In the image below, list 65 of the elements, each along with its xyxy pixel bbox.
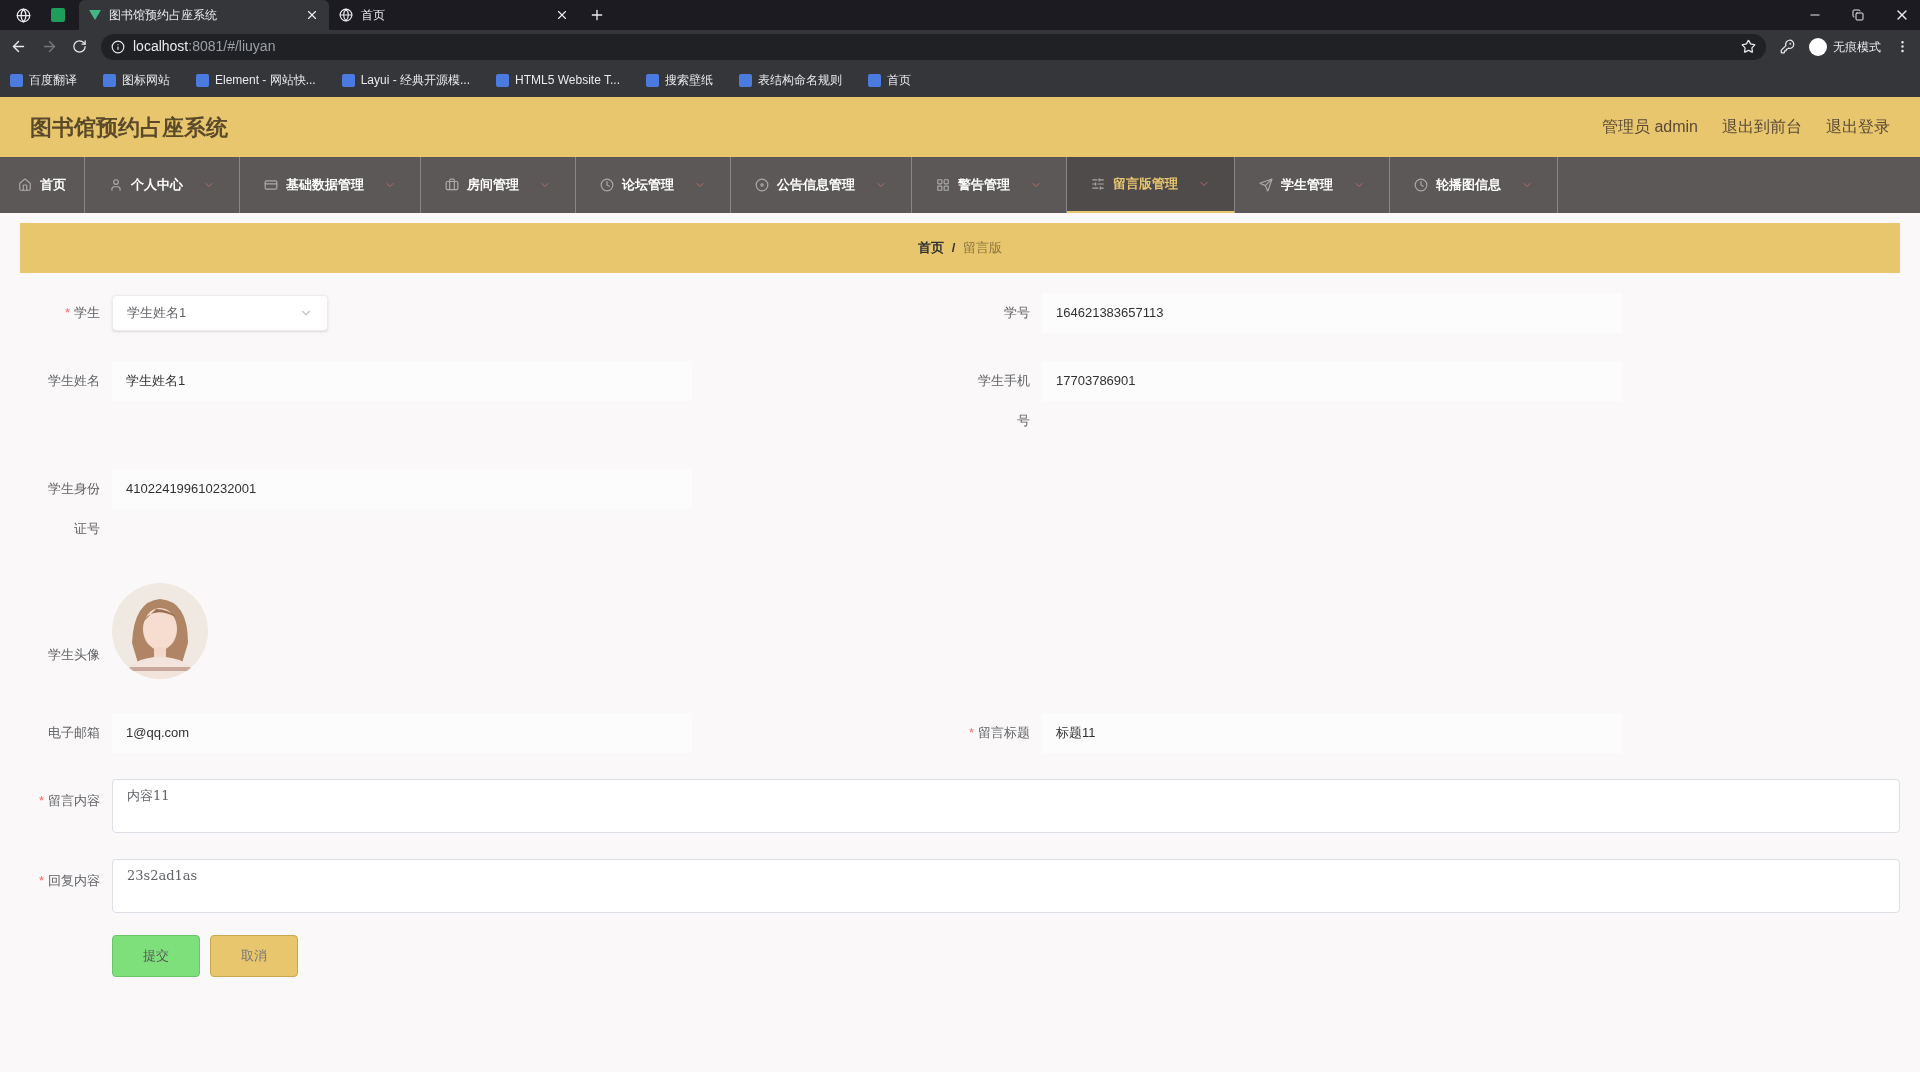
incognito-badge[interactable]: 无痕模式 — [1809, 37, 1881, 56]
text-field[interactable]: 164621383657113 — [1042, 293, 1622, 333]
breadcrumb-item: 留言版 — [963, 239, 1003, 258]
bookmark-item[interactable]: 百度翻译 — [10, 71, 77, 89]
field-label: 学号 — [1004, 304, 1030, 322]
text-field[interactable]: 学生姓名1 — [112, 361, 692, 401]
bookmark-item[interactable]: HTML5 Website T... — [496, 71, 620, 89]
globe-icon — [339, 8, 353, 22]
new-tab-icon[interactable] — [589, 7, 605, 23]
breadcrumb-item[interactable]: 首页 — [917, 238, 944, 258]
address-bar[interactable]: localhost:8081/#/liuyan — [101, 33, 1766, 60]
close-icon[interactable] — [305, 8, 319, 22]
nav-icon — [1091, 177, 1105, 191]
submit-button[interactable]: 提交 — [112, 935, 200, 977]
field-label: * 留言内容 — [38, 792, 100, 810]
header-link[interactable]: 管理员 admin — [1601, 115, 1698, 139]
app-title: 图书馆预约占座系统 — [30, 113, 228, 142]
text-field[interactable]: 410224199610232001 — [112, 469, 692, 509]
student-select[interactable]: 学生姓名1 — [112, 295, 328, 331]
nav-icon — [264, 178, 278, 192]
field-label: 学生头像 — [48, 646, 100, 664]
field-label: * 留言标题 — [968, 724, 1030, 742]
star-icon[interactable] — [1741, 39, 1756, 54]
nav-icon — [755, 178, 769, 192]
nav-item[interactable]: 留言版管理 — [1067, 157, 1235, 213]
back-icon[interactable] — [10, 38, 27, 55]
bookmark-item[interactable]: Element - 网站快... — [196, 71, 316, 89]
text-field[interactable]: 标题11 — [1042, 713, 1622, 753]
restore-icon[interactable] — [1852, 9, 1864, 21]
tab-title: 首页 — [361, 7, 386, 24]
browser-tab[interactable]: 图书馆预约占座系统 — [79, 0, 329, 30]
close-icon[interactable] — [555, 8, 569, 22]
field-label: * 回复内容 — [38, 872, 100, 890]
header-link[interactable]: 退出到前台 — [1722, 115, 1802, 139]
url-text: localhost:8081/#/liuyan — [133, 37, 276, 56]
forward-icon[interactable] — [41, 38, 58, 55]
nav-icon — [600, 178, 614, 192]
tab-title: 图书馆预约占座系统 — [109, 7, 218, 24]
text-area[interactable]: 23s2ad1as — [112, 859, 1900, 913]
nav-icon — [445, 178, 459, 192]
bookmark-item[interactable]: Layui - 经典开源模... — [341, 71, 471, 89]
nav-icon — [109, 178, 123, 192]
bookmark-item[interactable]: 图标网站 — [103, 71, 170, 89]
text-field[interactable]: 17703786901 — [1042, 361, 1622, 401]
field-label: * 学生 — [64, 304, 100, 322]
bookmark-item[interactable]: 表结构命名规则 — [739, 71, 842, 89]
field-label: 电子邮箱 — [48, 724, 100, 742]
key-icon[interactable] — [1780, 39, 1795, 54]
info-icon — [111, 39, 125, 54]
field-label: 学生手机号 — [977, 372, 1030, 430]
nav-icon — [1259, 178, 1273, 192]
text-area[interactable]: 内容11 — [112, 779, 1900, 833]
field-label: 学生身份证号 — [47, 480, 100, 538]
reload-icon[interactable] — [72, 39, 87, 54]
text-field[interactable]: 1@qq.com — [112, 713, 692, 753]
nav-icon — [18, 178, 32, 192]
header-link[interactable]: 退出登录 — [1826, 115, 1890, 139]
bookmark-item[interactable]: 首页 — [868, 71, 911, 89]
nav-icon — [936, 178, 950, 192]
nav-icon — [1414, 178, 1428, 192]
bookmark-item[interactable]: 搜索壁纸 — [646, 71, 713, 89]
breadcrumb-separator: / — [951, 239, 956, 258]
browser-tab[interactable]: 首页 — [329, 0, 579, 30]
globe-icon[interactable] — [16, 7, 31, 23]
field-label: 学生姓名 — [48, 372, 100, 390]
